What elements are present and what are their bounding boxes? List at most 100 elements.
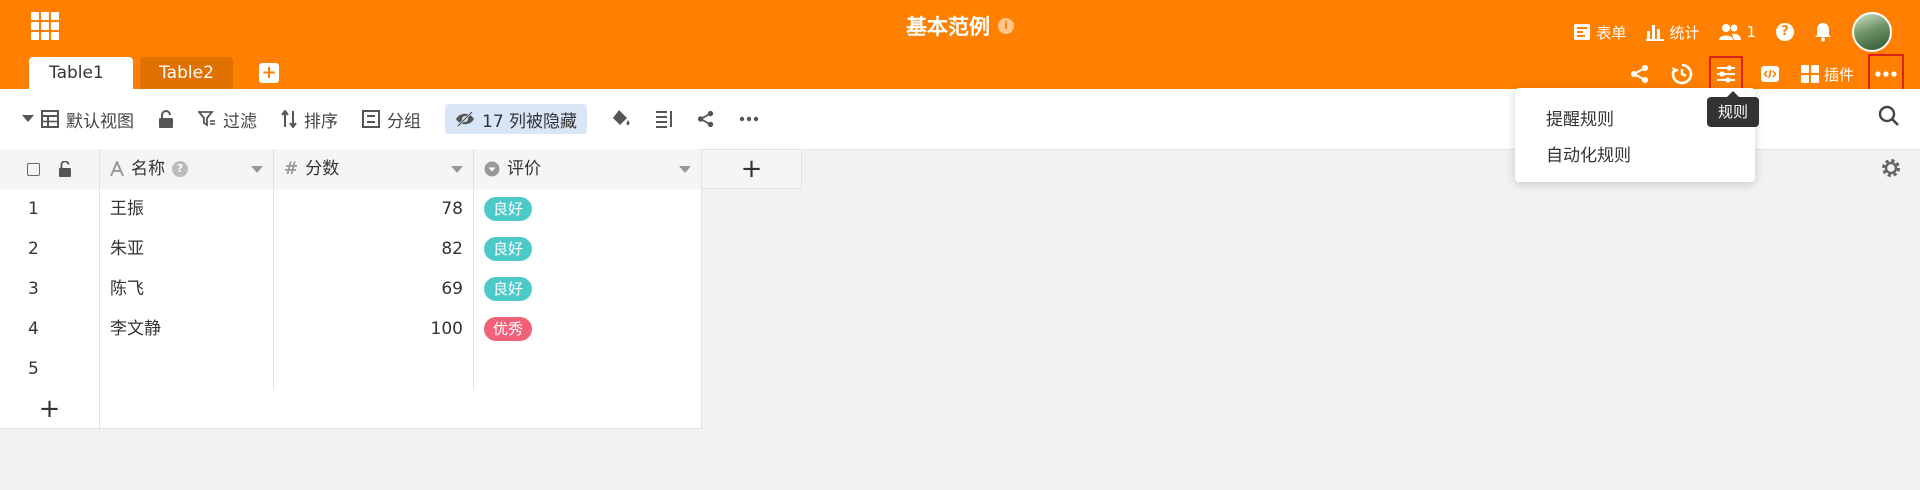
share-icon bbox=[697, 110, 714, 128]
more-options-button[interactable] bbox=[1868, 54, 1904, 94]
table-header-row: 名称 ? # 分数 评价 bbox=[0, 149, 702, 190]
group-button[interactable]: 分组 bbox=[362, 104, 421, 134]
view-name: 默认视图 bbox=[66, 111, 134, 132]
gear-icon[interactable] bbox=[1880, 157, 1902, 179]
table-row[interactable]: 1 王振 78 良好 bbox=[0, 189, 702, 230]
name-cell[interactable]: 李文静 bbox=[100, 309, 274, 349]
column-header-name[interactable]: 名称 ? bbox=[100, 149, 274, 189]
rules-button[interactable] bbox=[1708, 56, 1743, 92]
single-select-type-icon bbox=[484, 161, 500, 177]
rating-cell[interactable]: 优秀 bbox=[474, 309, 702, 349]
column-header-label: 名称 bbox=[131, 159, 165, 179]
eye-off-icon bbox=[456, 111, 474, 127]
history-button[interactable] bbox=[1671, 60, 1693, 88]
name-cell[interactable] bbox=[100, 349, 274, 389]
column-menu-icon[interactable] bbox=[251, 165, 263, 173]
filter-icon bbox=[198, 111, 215, 127]
collaborators-button[interactable]: 1 bbox=[1719, 23, 1756, 41]
column-header-label: 分数 bbox=[305, 159, 340, 179]
table-row[interactable]: 3 陈飞 69 良好 bbox=[0, 269, 702, 310]
row-index: 1 bbox=[0, 189, 100, 229]
lock-icon bbox=[159, 110, 173, 128]
select-all-checkbox[interactable] bbox=[27, 162, 40, 176]
add-column-button[interactable]: + bbox=[702, 149, 802, 189]
row-index: 3 bbox=[0, 269, 100, 309]
add-row-button[interactable]: + bbox=[0, 389, 100, 429]
row-height-button[interactable] bbox=[655, 104, 673, 134]
share-icon bbox=[1630, 65, 1648, 83]
apps-grid-icon[interactable] bbox=[31, 12, 59, 40]
script-button[interactable] bbox=[1759, 60, 1781, 88]
tab-table2[interactable]: Table2 bbox=[140, 57, 233, 89]
hidden-columns-button[interactable]: 17 列被隐藏 bbox=[445, 104, 588, 134]
view-more-button[interactable] bbox=[739, 104, 759, 134]
tab-table2-label: Table2 bbox=[159, 63, 214, 83]
tab-table1[interactable]: Table1 bbox=[29, 57, 133, 108]
score-cell[interactable]: 78 bbox=[274, 189, 474, 229]
sliders-icon bbox=[1716, 65, 1735, 83]
unlock-icon[interactable] bbox=[58, 161, 72, 177]
hidden-columns-label: 17 列被隐藏 bbox=[482, 111, 578, 132]
search-icon[interactable] bbox=[1878, 105, 1900, 127]
base-title[interactable]: 基本范例 bbox=[906, 11, 990, 41]
reminder-rules-item[interactable]: 提醒规则 bbox=[1546, 105, 1614, 130]
column-menu-icon[interactable] bbox=[451, 165, 463, 173]
column-header-label: 评价 bbox=[507, 159, 541, 179]
header-actions: 表单 统计 1 ? bbox=[1573, 12, 1892, 52]
form-button[interactable]: 表单 bbox=[1573, 22, 1626, 43]
score-cell[interactable]: 100 bbox=[274, 309, 474, 349]
more-icon bbox=[1875, 71, 1897, 77]
column-header-rating[interactable]: 评价 bbox=[474, 149, 702, 189]
group-label: 分组 bbox=[387, 111, 421, 132]
help-icon[interactable]: ? bbox=[1776, 23, 1794, 41]
name-cell[interactable]: 朱亚 bbox=[100, 229, 274, 269]
help-icon[interactable]: ? bbox=[172, 161, 188, 177]
column-menu-icon[interactable] bbox=[679, 165, 691, 173]
score-cell[interactable]: 69 bbox=[274, 269, 474, 309]
row-index: 2 bbox=[0, 229, 100, 269]
rating-cell[interactable]: 良好 bbox=[474, 189, 702, 229]
avatar[interactable] bbox=[1852, 12, 1892, 52]
score-cell[interactable]: 82 bbox=[274, 229, 474, 269]
view-selector[interactable]: 默认视图 bbox=[22, 104, 134, 134]
table-row[interactable]: 4 李文静 100 优秀 bbox=[0, 309, 702, 350]
row-height-icon bbox=[656, 111, 673, 128]
name-cell[interactable]: 王振 bbox=[100, 189, 274, 229]
stats-button[interactable]: 统计 bbox=[1646, 22, 1699, 43]
rating-cell[interactable]: 良好 bbox=[474, 229, 702, 269]
rating-cell[interactable] bbox=[474, 349, 702, 389]
sort-button[interactable]: 排序 bbox=[281, 104, 338, 134]
column-header-score[interactable]: # 分数 bbox=[274, 149, 474, 189]
sort-icon bbox=[281, 110, 297, 128]
rating-tag: 良好 bbox=[484, 277, 533, 301]
share-button[interactable] bbox=[1629, 60, 1651, 88]
caret-down-icon bbox=[22, 115, 34, 122]
automation-rules-item[interactable]: 自动化规则 bbox=[1546, 141, 1631, 166]
paint-bucket-icon bbox=[613, 110, 630, 125]
name-cell[interactable]: 陈飞 bbox=[100, 269, 274, 309]
share-view-button[interactable] bbox=[697, 104, 715, 134]
plugins-icon bbox=[1800, 65, 1819, 83]
filter-button[interactable]: 过滤 bbox=[198, 104, 257, 134]
row-color-button[interactable] bbox=[611, 104, 631, 134]
add-table-icon[interactable]: + bbox=[259, 63, 279, 83]
info-icon[interactable]: i bbox=[998, 18, 1014, 34]
sort-label: 排序 bbox=[304, 111, 338, 132]
rating-tag: 优秀 bbox=[484, 317, 533, 341]
table-tools: 插件 bbox=[1629, 54, 1904, 94]
text-type-icon bbox=[110, 161, 124, 177]
code-icon bbox=[1760, 66, 1779, 82]
stats-label: 统计 bbox=[1669, 23, 1700, 42]
plugins-button[interactable]: 插件 bbox=[1800, 60, 1854, 88]
rating-cell[interactable]: 良好 bbox=[474, 269, 702, 309]
bell-icon[interactable] bbox=[1814, 22, 1832, 42]
number-type-icon: # bbox=[284, 159, 299, 179]
lock-view-button[interactable] bbox=[158, 104, 174, 134]
table-row[interactable]: 2 朱亚 82 良好 bbox=[0, 229, 702, 270]
add-row-bar: + bbox=[0, 389, 702, 429]
top-header: 基本范例 i 表单 统计 1 ? Table1 Table2 + 插件 bbox=[0, 0, 1920, 108]
filter-label: 过滤 bbox=[223, 111, 257, 132]
table-view-icon bbox=[41, 110, 59, 128]
score-cell[interactable] bbox=[274, 349, 474, 389]
table-row[interactable]: 5 bbox=[0, 349, 702, 390]
